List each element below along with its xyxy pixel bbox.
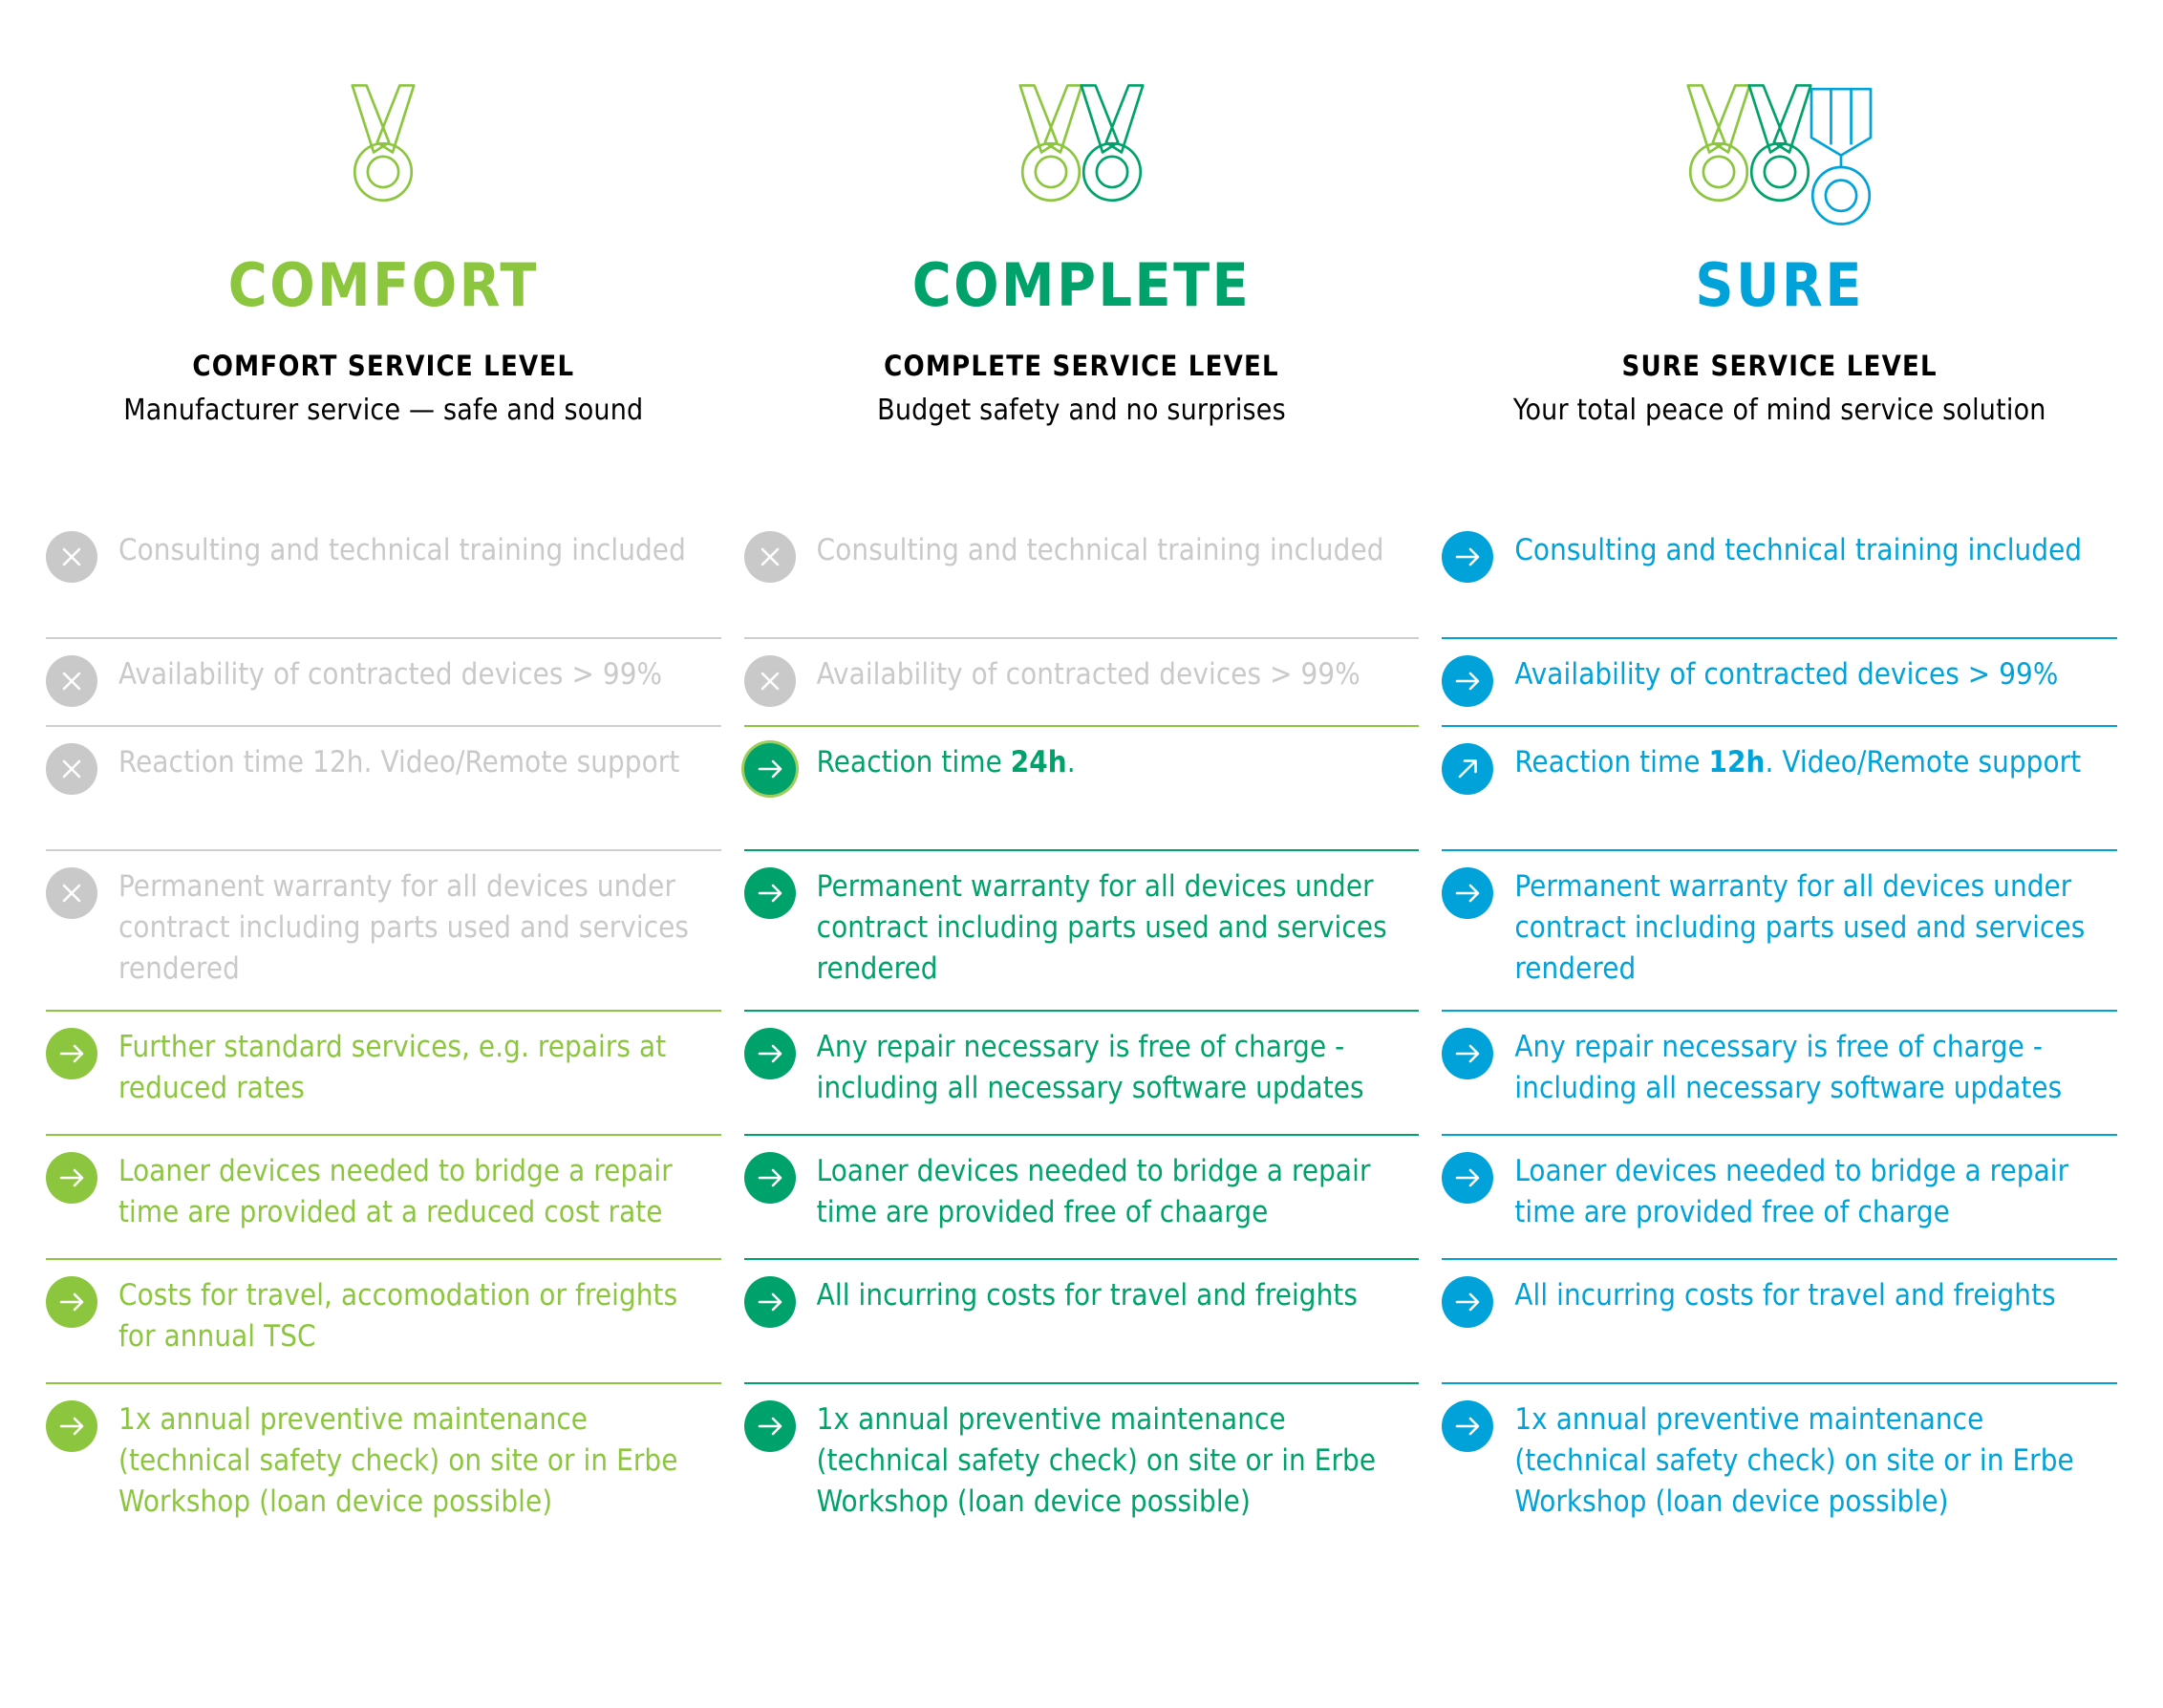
- arrow-right-icon: [46, 1028, 97, 1079]
- feature-text: Further standard services, e.g. repairs …: [118, 1030, 667, 1105]
- arrow-right-icon: [1442, 655, 1494, 707]
- feature-text: Permanent warranty for all devices under…: [816, 869, 1387, 986]
- feature-row: Availability of contracted devices > 99%: [46, 639, 721, 725]
- feature-row: Consulting and technical training includ…: [46, 515, 721, 637]
- medal-group-sure: [1442, 0, 2117, 239]
- arrow-right-icon: [1442, 1276, 1494, 1328]
- feature-text: Loaner devices needed to bridge a repair…: [118, 1154, 673, 1229]
- feature-row: Reaction time 12h. Video/Remote support: [1442, 727, 2117, 849]
- feature-row: 1x annual preventive maintenance (techni…: [743, 1384, 1420, 1554]
- feature-text: 1x annual preventive maintenance (techni…: [118, 1402, 678, 1519]
- feature-row: Permanent warranty for all devices under…: [46, 851, 721, 1010]
- feature-text: Reaction time 12h. Video/Remote support: [1514, 745, 2082, 779]
- medal-icon-set: [1686, 84, 1873, 225]
- feature-text: Permanent warranty for all devices under…: [118, 869, 690, 986]
- arrow-right-icon: [1442, 1028, 1494, 1079]
- feature-list-sure: Consulting and technical training includ…: [1442, 515, 2118, 1554]
- feature-row: Any repair necessary is free of charge -…: [743, 1012, 1420, 1134]
- feature-text: All incurring costs for travel and freig…: [816, 1278, 1359, 1313]
- arrow-right-icon: [743, 1028, 796, 1079]
- x-icon: [46, 531, 97, 583]
- arrow-right-icon: [743, 1152, 796, 1204]
- feature-row: Consulting and technical training includ…: [1442, 515, 2117, 637]
- arrow-right-icon: [743, 743, 796, 795]
- tier-name-comfort: COMFORT: [227, 250, 539, 320]
- feature-row: Loaner devices needed to bridge a repair…: [46, 1136, 721, 1258]
- tagline-comfort: Manufacturer service — safe and sound: [123, 394, 644, 427]
- feature-list-complete: Consulting and technical training includ…: [743, 515, 1420, 1554]
- feature-text: Permanent warranty for all devices under…: [1514, 869, 2086, 986]
- feature-text: Consulting and technical training includ…: [118, 533, 686, 567]
- tagline-sure: Your total peace of mind service solutio…: [1512, 394, 2046, 427]
- tier-name-sure: SURE: [1695, 250, 1864, 320]
- feature-row: Loaner devices needed to bridge a repair…: [743, 1136, 1420, 1258]
- feature-row: 1x annual preventive maintenance (techni…: [46, 1384, 721, 1554]
- feature-row: Availability of contracted devices > 99%: [743, 639, 1420, 725]
- feature-text: Availability of contracted devices > 99%: [816, 657, 1360, 692]
- arrow-right-icon: [743, 1276, 796, 1328]
- x-icon: [743, 531, 796, 583]
- feature-row: Reaction time 24h.: [743, 727, 1420, 849]
- feature-text: 1x annual preventive maintenance (techni…: [1514, 1402, 2074, 1519]
- feature-row: All incurring costs for travel and freig…: [1442, 1260, 2117, 1382]
- feature-row: Availability of contracted devices > 99%: [1442, 639, 2117, 725]
- arrow-right-icon: [46, 1152, 97, 1204]
- feature-row: Reaction time 12h. Video/Remote support: [46, 727, 721, 849]
- feature-text: All incurring costs for travel and freig…: [1514, 1278, 2056, 1313]
- arrow-right-icon: [1442, 867, 1494, 919]
- feature-text: Loaner devices needed to bridge a repair…: [1514, 1154, 2069, 1229]
- feature-row: Consulting and technical training includ…: [743, 515, 1420, 637]
- medal-icon-set: [1018, 84, 1145, 203]
- arrow-right-icon: [1442, 1400, 1494, 1452]
- feature-row: Permanent warranty for all devices under…: [743, 851, 1420, 1010]
- feature-text: Any repair necessary is free of charge -…: [1514, 1030, 2063, 1105]
- service-level-sure: SURE SERVICE LEVEL: [1621, 350, 1938, 382]
- column-complete: COMPLETE COMPLETE SERVICE LEVEL Budget s…: [733, 0, 1431, 1708]
- arrow-right-icon: [1442, 1152, 1494, 1204]
- feature-row: Costs for travel, accomodation or freigh…: [46, 1260, 721, 1382]
- feature-row: All incurring costs for travel and freig…: [743, 1260, 1420, 1382]
- feature-row: 1x annual preventive maintenance (techni…: [1442, 1384, 2117, 1554]
- x-icon: [743, 655, 796, 707]
- tier-name-complete: COMPLETE: [911, 250, 1252, 320]
- arrow-right-icon: [1442, 531, 1494, 583]
- medal-group-comfort: [46, 0, 721, 239]
- arrow-right-icon: [46, 1276, 97, 1328]
- feature-text: Consulting and technical training includ…: [816, 533, 1384, 567]
- x-icon: [46, 867, 97, 919]
- arrow-up-right-icon: [1442, 743, 1494, 795]
- x-icon: [46, 655, 97, 707]
- feature-text: Loaner devices needed to bridge a repair…: [816, 1154, 1371, 1229]
- feature-text: Reaction time 24h.: [816, 745, 1076, 779]
- feature-text: Consulting and technical training includ…: [1514, 533, 2083, 567]
- feature-text: 1x annual preventive maintenance (techni…: [816, 1402, 1377, 1519]
- column-comfort: COMFORT COMFORT SERVICE LEVEL Manufactur…: [34, 0, 733, 1708]
- feature-text: Reaction time 12h. Video/Remote support: [118, 745, 680, 779]
- feature-text: Costs for travel, accomodation or freigh…: [118, 1278, 678, 1354]
- medal-icon-set: [351, 84, 416, 203]
- feature-row: Any repair necessary is free of charge -…: [1442, 1012, 2117, 1134]
- tagline-complete: Budget safety and no surprises: [877, 394, 1286, 427]
- medal-group-complete: [744, 0, 1420, 239]
- service-level-comparison: COMFORT COMFORT SERVICE LEVEL Manufactur…: [0, 0, 2163, 1708]
- feature-row: Further standard services, e.g. repairs …: [46, 1012, 721, 1134]
- feature-row: Loaner devices needed to bridge a repair…: [1442, 1136, 2117, 1258]
- arrow-right-icon: [743, 867, 796, 919]
- service-level-complete: COMPLETE SERVICE LEVEL: [884, 350, 1279, 382]
- x-icon: [46, 743, 97, 795]
- feature-text: Any repair necessary is free of charge -…: [816, 1030, 1364, 1105]
- feature-row: Permanent warranty for all devices under…: [1442, 851, 2117, 1010]
- arrow-right-icon: [46, 1400, 97, 1452]
- feature-text: Availability of contracted devices > 99%: [1514, 657, 2059, 692]
- column-sure: SURE SURE SERVICE LEVEL Your total peace…: [1430, 0, 2129, 1708]
- feature-list-comfort: Consulting and technical training includ…: [46, 515, 721, 1554]
- arrow-right-icon: [743, 1400, 796, 1452]
- feature-text: Availability of contracted devices > 99%: [118, 657, 663, 692]
- service-level-comfort: COMFORT SERVICE LEVEL: [192, 350, 575, 382]
